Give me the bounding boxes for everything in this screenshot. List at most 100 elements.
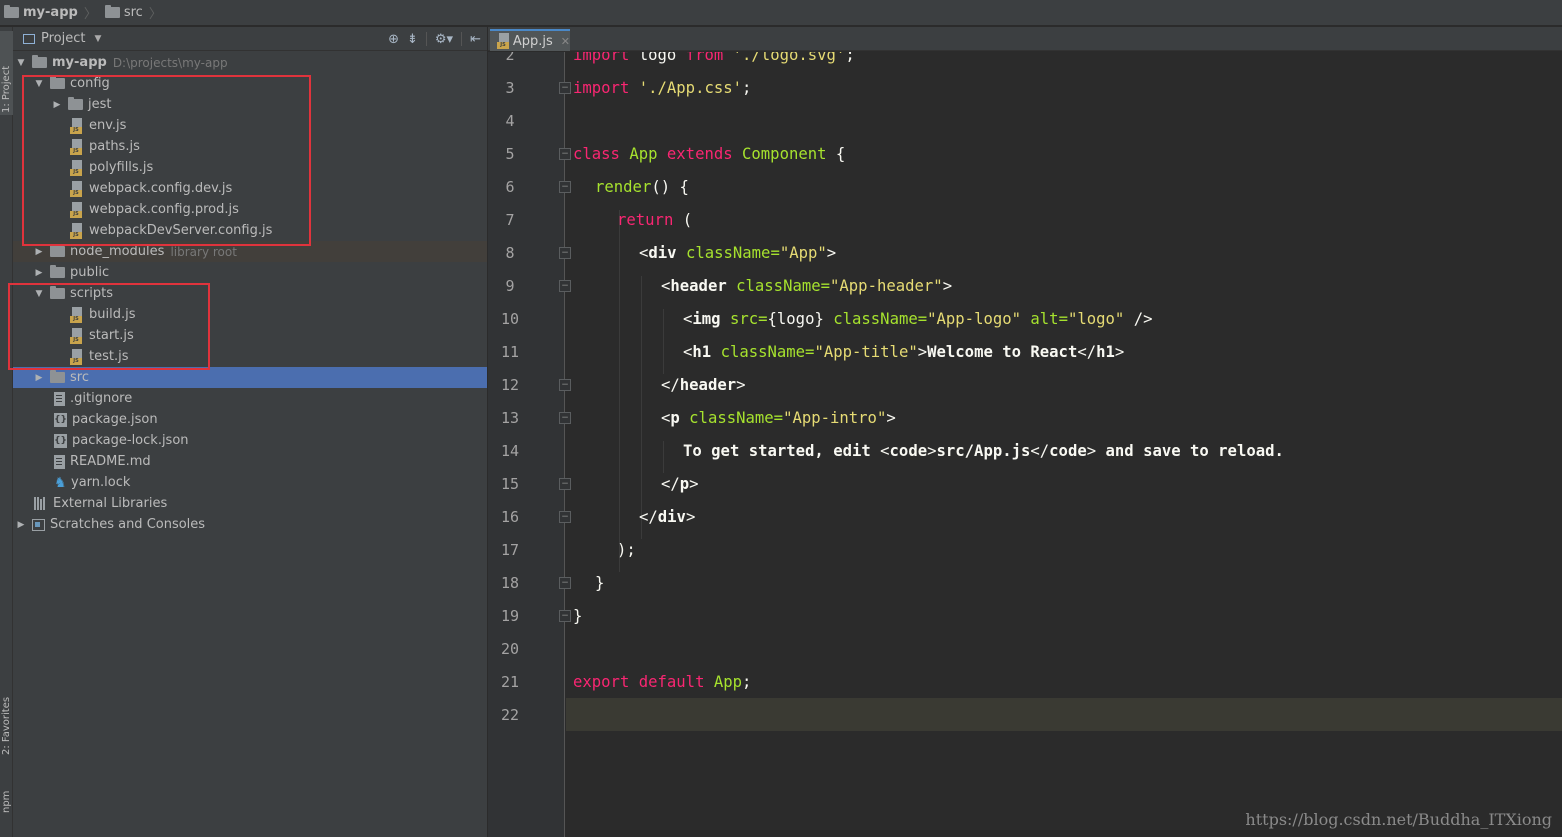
tree-file-label: .gitignore xyxy=(70,391,133,406)
tree-file[interactable]: JS webpack.config.prod.js xyxy=(13,199,487,220)
expanded-arrow-icon[interactable]: ▼ xyxy=(34,79,44,89)
tree-file[interactable]: JS test.js xyxy=(13,346,487,367)
locate-icon[interactable]: ⊕ xyxy=(388,32,399,47)
tree-folder-jest[interactable]: ▶ jest xyxy=(13,94,487,115)
tree-file[interactable]: {} package.json xyxy=(13,409,487,430)
chevron-down-icon[interactable]: ▼ xyxy=(94,34,101,44)
js-file-icon: JS xyxy=(70,201,84,218)
navigation-bar: my-app 〉 src 〉 xyxy=(0,0,1562,26)
collapsed-arrow-icon[interactable]: ▶ xyxy=(52,100,62,110)
tree-folder-public[interactable]: ▶ public xyxy=(13,262,487,283)
tree-file-label: paths.js xyxy=(89,139,140,154)
code-line: </div> xyxy=(639,508,696,526)
breadcrumb-separator-icon: 〉 xyxy=(148,7,162,22)
tree-file[interactable]: JS start.js xyxy=(13,325,487,346)
code-line: <p className="App-intro"> xyxy=(661,409,896,427)
tree-folder-scripts[interactable]: ▼ scripts xyxy=(13,283,487,304)
code-line: render() { xyxy=(595,178,689,196)
tree-file-label: env.js xyxy=(89,118,127,133)
code-line: return ( xyxy=(617,211,693,229)
line-number: 7 xyxy=(505,211,515,229)
js-file-icon: JS xyxy=(70,327,84,344)
favorites-tool-label: 2: Favorites xyxy=(1,696,12,755)
tree-file[interactable]: ♞ yarn.lock xyxy=(13,472,487,493)
project-view-selector[interactable]: Project xyxy=(41,31,85,46)
tree-external-libraries[interactable]: External Libraries xyxy=(13,493,487,514)
gear-icon[interactable]: ⚙▾ xyxy=(435,32,453,47)
watermark: https://blog.csdn.net/Buddha_ITXiong xyxy=(1245,810,1552,829)
tree-folder-node-modules[interactable]: ▶ node_modules library root xyxy=(13,241,487,262)
collapse-all-icon[interactable]: ⇟ xyxy=(407,32,418,47)
folder-icon xyxy=(104,5,120,18)
tree-folder-label: config xyxy=(70,76,110,91)
code-line: import './App.css'; xyxy=(573,79,752,97)
tree-folder-config[interactable]: ▼ config xyxy=(13,73,487,94)
tree-file[interactable]: JS paths.js xyxy=(13,136,487,157)
expanded-arrow-icon[interactable]: ▼ xyxy=(34,289,44,299)
line-number: 10 xyxy=(500,310,520,328)
tree-root[interactable]: ▼ my-app D:\projects\my-app xyxy=(13,52,487,73)
collapsed-arrow-icon[interactable]: ▶ xyxy=(16,520,26,530)
fold-end-icon[interactable]: − xyxy=(559,82,571,94)
code-line: </header> xyxy=(661,376,746,394)
npm-tool-button[interactable]: npm xyxy=(0,765,13,815)
project-tool-button[interactable]: 1: Project xyxy=(0,31,13,115)
indent-guide xyxy=(619,210,620,572)
folder-icon xyxy=(4,5,19,18)
fold-end-icon[interactable]: − xyxy=(559,610,571,622)
fold-start-icon[interactable]: − xyxy=(559,247,571,259)
folder-icon xyxy=(32,55,47,68)
breadcrumb-project[interactable]: my-app xyxy=(0,0,78,26)
collapsed-arrow-icon[interactable]: ▶ xyxy=(34,247,44,257)
code-editor[interactable]: 2 3 4 5 6 7 8 9 10 11 12 13 14 15 16 17 … xyxy=(488,52,1562,837)
tree-file[interactable]: JS build.js xyxy=(13,304,487,325)
tree-scratches[interactable]: ▶ Scratches and Consoles xyxy=(13,514,487,535)
line-number: 5 xyxy=(505,145,515,163)
hide-icon[interactable]: ⇤ xyxy=(470,32,481,47)
tree-file[interactable]: JS polyfills.js xyxy=(13,157,487,178)
code-line: To get started, edit <code>src/App.js</c… xyxy=(683,442,1284,460)
fold-start-icon[interactable]: − xyxy=(559,148,571,160)
project-panel: Project ▼ ⊕ ⇟ ⚙▾ ⇤ ▼ my-app D:\projects\… xyxy=(8,27,487,837)
code-line: export default App; xyxy=(573,673,752,691)
tree-file[interactable]: JS webpackDevServer.config.js xyxy=(13,220,487,241)
tree-file-label: package-lock.json xyxy=(72,433,189,448)
current-line-highlight xyxy=(566,698,1562,731)
code-line: <h1 className="App-title">Welcome to Rea… xyxy=(683,343,1125,361)
folder-icon xyxy=(50,286,65,299)
fold-start-icon[interactable]: − xyxy=(559,280,571,292)
js-file-icon: JS xyxy=(70,222,84,239)
fold-end-icon[interactable]: − xyxy=(559,478,571,490)
line-number: 18 xyxy=(500,574,520,592)
favorites-tool-button[interactable]: 2: Favorites xyxy=(0,667,13,757)
breadcrumb-folder[interactable]: src xyxy=(101,0,143,26)
tree-file-label: package.json xyxy=(72,412,158,427)
fold-start-icon[interactable]: − xyxy=(559,181,571,193)
fold-end-icon[interactable]: − xyxy=(559,379,571,391)
fold-start-icon[interactable]: − xyxy=(559,412,571,424)
tree-folder-label: scripts xyxy=(70,286,113,301)
editor-gutter: 2 3 4 5 6 7 8 9 10 11 12 13 14 15 16 17 … xyxy=(488,52,565,837)
tree-file[interactable]: README.md xyxy=(13,451,487,472)
line-number: 16 xyxy=(500,508,520,526)
breadcrumb-project-label: my-app xyxy=(23,5,78,20)
tree-folder-src[interactable]: ▶ src xyxy=(13,367,487,388)
toolbar-divider xyxy=(425,32,427,46)
collapsed-arrow-icon[interactable]: ▶ xyxy=(34,268,44,278)
tab-app-js[interactable]: JS App.js ✕ xyxy=(490,29,570,51)
fold-end-icon[interactable]: − xyxy=(559,577,571,589)
library-icon xyxy=(34,497,48,510)
editor-tab-bar: JS App.js ✕ xyxy=(488,27,1562,51)
fold-end-icon[interactable]: − xyxy=(559,511,571,523)
tree-file[interactable]: JS env.js xyxy=(13,115,487,136)
tree-file[interactable]: .gitignore xyxy=(13,388,487,409)
indent-guide xyxy=(641,276,642,539)
js-file-icon: JS xyxy=(70,348,84,365)
close-icon[interactable]: ✕ xyxy=(561,35,570,48)
collapsed-arrow-icon[interactable]: ▶ xyxy=(34,373,44,383)
expanded-arrow-icon[interactable]: ▼ xyxy=(16,58,26,68)
tree-root-path: D:\projects\my-app xyxy=(112,55,228,70)
folder-icon xyxy=(68,97,83,110)
tree-file[interactable]: JS webpack.config.dev.js xyxy=(13,178,487,199)
tree-file[interactable]: {} package-lock.json xyxy=(13,430,487,451)
